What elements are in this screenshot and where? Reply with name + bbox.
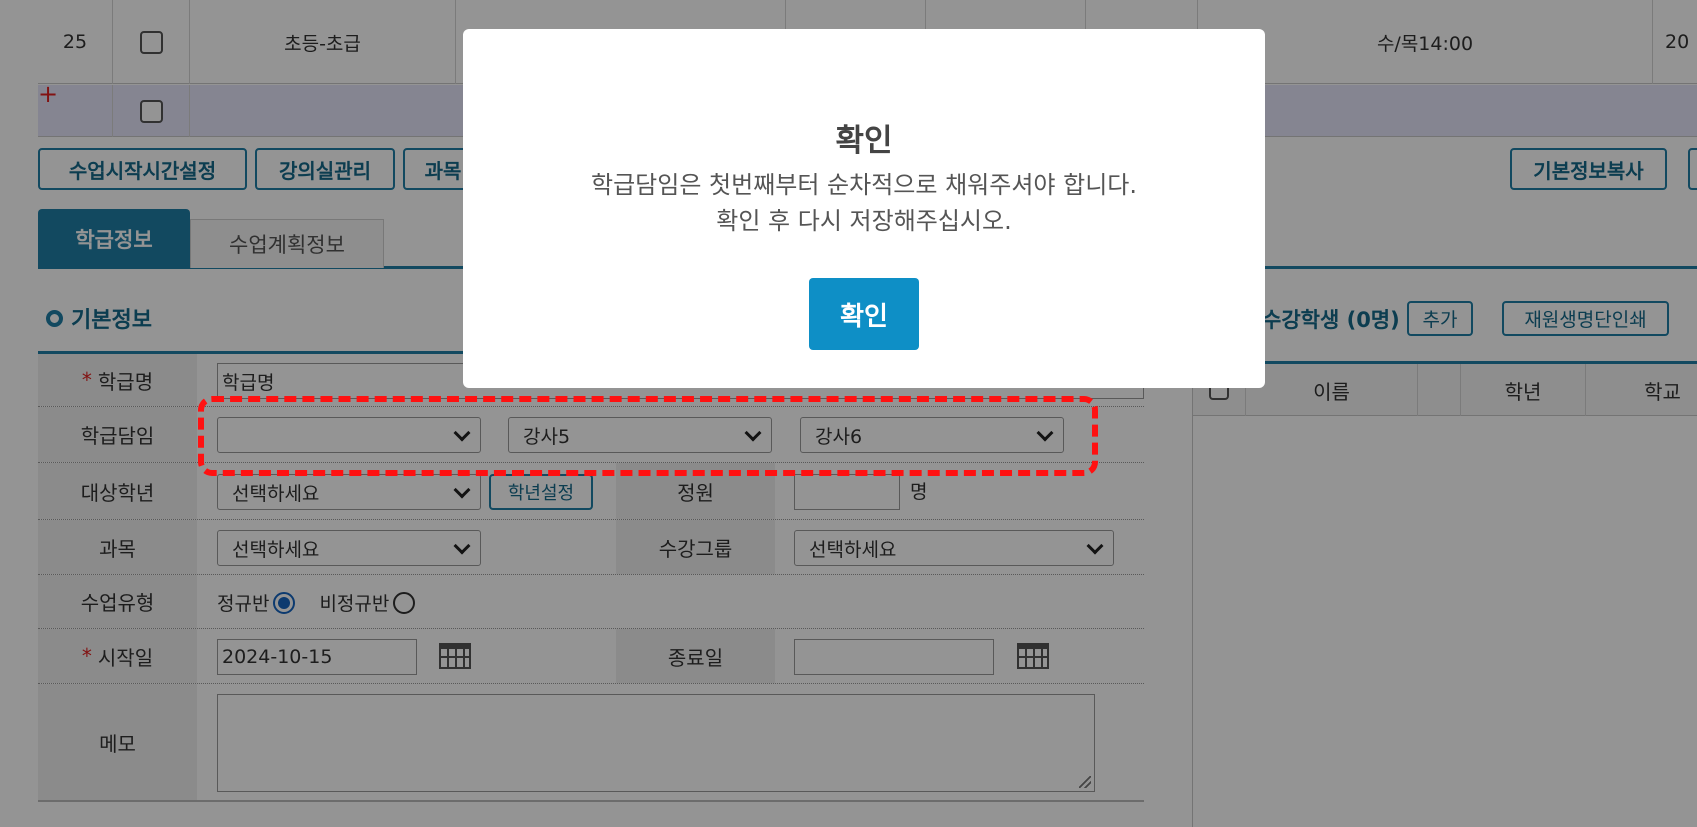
dialog-confirm-button[interactable]: 확인 bbox=[809, 278, 919, 350]
homeroom-error-highlight bbox=[198, 396, 1098, 476]
dialog-message: 학급담임은 첫번째부터 순차적으로 채워주셔야 합니다. 확인 후 다시 저장해… bbox=[463, 167, 1265, 239]
dialog-message-line2: 확인 후 다시 저장해주십시오. bbox=[716, 207, 1012, 235]
dialog-message-line1: 학급담임은 첫번째부터 순차적으로 채워주셔야 합니다. bbox=[591, 171, 1137, 199]
dialog-title: 확인 bbox=[835, 123, 893, 159]
confirm-dialog: 확인 학급담임은 첫번째부터 순차적으로 채워주셔야 합니다. 확인 후 다시 … bbox=[463, 29, 1265, 388]
